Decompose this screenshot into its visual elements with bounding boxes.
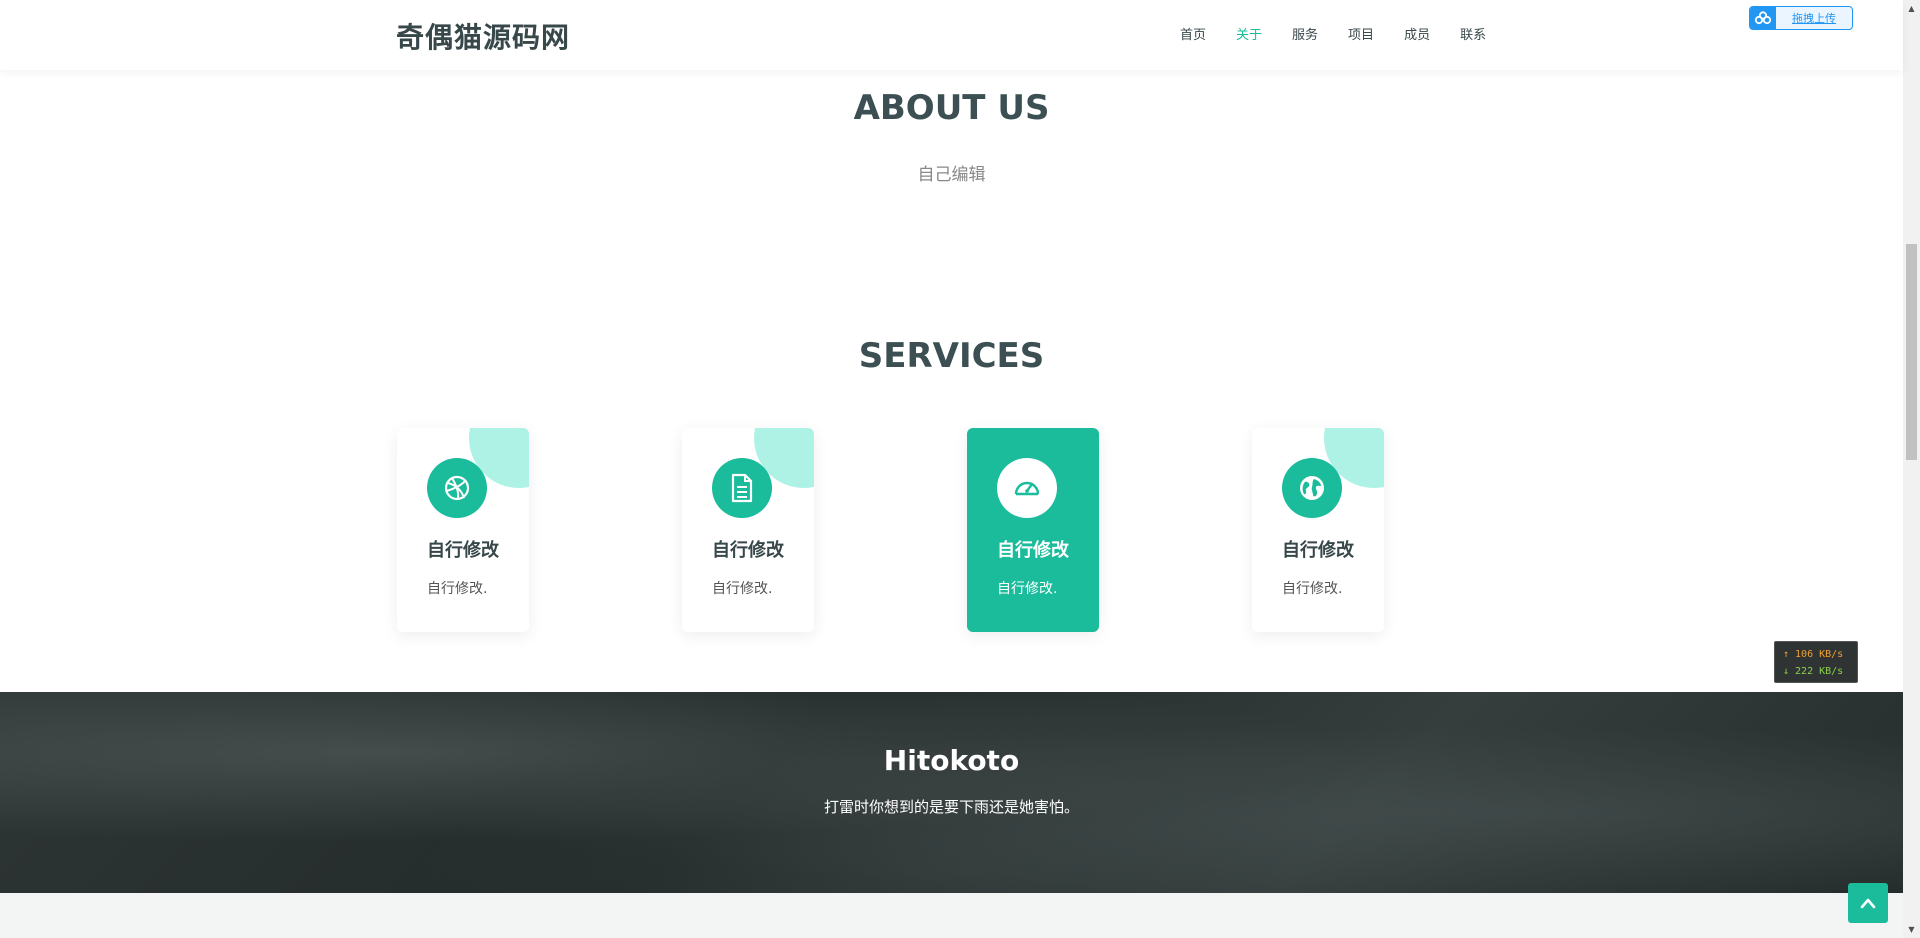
cloud-icon bbox=[1750, 7, 1776, 29]
service-card-4[interactable]: 自行修改 自行修改. bbox=[1252, 428, 1384, 632]
card-desc: 自行修改. bbox=[1282, 581, 1343, 597]
page: 奇偶猫源码网 首页 关于 服务 项目 成员 联系 拖拽上传 ABOUT US 自… bbox=[0, 0, 1920, 938]
card-title: 自行修改 bbox=[427, 540, 499, 561]
main-nav: 首页 关于 服务 项目 成员 联系 bbox=[1180, 24, 1516, 43]
back-to-top-button[interactable] bbox=[1848, 883, 1888, 923]
nav-item-projects[interactable]: 项目 bbox=[1348, 24, 1374, 43]
upload-label: 拖拽上传 bbox=[1792, 12, 1836, 25]
scrollbar-thumb[interactable] bbox=[1906, 244, 1917, 460]
card-title: 自行修改 bbox=[997, 540, 1069, 561]
about-title: ABOUT US bbox=[853, 88, 1050, 128]
services-title: SERVICES bbox=[858, 336, 1045, 376]
dashboard-icon bbox=[997, 458, 1057, 518]
hitokoto-title: Hitokoto bbox=[883, 744, 1020, 777]
about-subtitle: 自己编辑 bbox=[917, 165, 986, 185]
chevron-up-icon bbox=[1860, 898, 1876, 909]
nav-item-members[interactable]: 成员 bbox=[1404, 24, 1430, 43]
service-card-1[interactable]: 自行修改 自行修改. bbox=[397, 428, 529, 632]
card-title: 自行修改 bbox=[1282, 540, 1354, 561]
site-logo[interactable]: 奇偶猫源码网 bbox=[396, 16, 570, 56]
upload-button[interactable]: 拖拽上传 bbox=[1749, 6, 1853, 30]
download-speed: ↓ 222 KB/s bbox=[1783, 666, 1844, 677]
card-title: 自行修改 bbox=[712, 540, 784, 561]
service-card-2[interactable]: 自行修改 自行修改. bbox=[682, 428, 814, 632]
upload-speed: ↑ 106 KB/s bbox=[1783, 649, 1844, 660]
hitokoto-quote: 打雷时你想到的是要下雨还是她害怕。 bbox=[823, 798, 1079, 816]
footer-strip bbox=[0, 893, 1903, 938]
scroll-up-arrow-icon[interactable]: ▲ bbox=[1903, 0, 1920, 17]
card-desc: 自行修改. bbox=[712, 581, 773, 597]
card-desc: 自行修改. bbox=[997, 581, 1058, 597]
nav-item-services[interactable]: 服务 bbox=[1292, 24, 1318, 43]
service-card-3[interactable]: 自行修改 自行修改. bbox=[967, 428, 1099, 632]
globe-icon bbox=[1282, 458, 1342, 518]
vertical-scrollbar[interactable]: ▲ ▼ bbox=[1903, 0, 1920, 938]
network-speed-widget: ↑ 106 KB/s ↓ 222 KB/s bbox=[1774, 641, 1858, 683]
site-header: 奇偶猫源码网 首页 关于 服务 项目 成员 联系 bbox=[0, 0, 1903, 70]
nav-item-home[interactable]: 首页 bbox=[1180, 24, 1206, 43]
document-icon bbox=[712, 458, 772, 518]
hitokoto-section: Hitokoto 打雷时你想到的是要下雨还是她害怕。 bbox=[0, 692, 1903, 893]
card-desc: 自行修改. bbox=[427, 581, 488, 597]
dribbble-icon bbox=[427, 458, 487, 518]
nav-item-contact[interactable]: 联系 bbox=[1460, 24, 1486, 43]
nav-item-about[interactable]: 关于 bbox=[1236, 24, 1262, 43]
scroll-down-arrow-icon[interactable]: ▼ bbox=[1903, 921, 1920, 938]
